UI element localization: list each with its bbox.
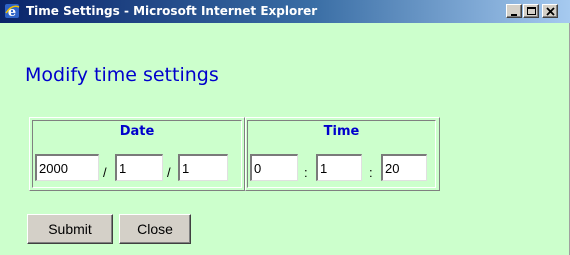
close-window-button[interactable] bbox=[542, 4, 558, 18]
date-separator-2: / bbox=[167, 165, 171, 180]
date-header: Date bbox=[119, 124, 155, 139]
date-cell: Date / / bbox=[32, 120, 242, 188]
maximize-button[interactable] bbox=[523, 4, 539, 18]
year-input[interactable] bbox=[35, 154, 99, 181]
time-settings-window: e Time Settings - Microsoft Internet Exp… bbox=[0, 0, 570, 255]
close-button[interactable]: Close bbox=[119, 214, 191, 244]
maximize-icon bbox=[527, 7, 536, 15]
minutes-input[interactable] bbox=[316, 154, 362, 181]
page-heading: Modify time settings bbox=[25, 64, 219, 86]
date-panel: Date / / bbox=[29, 117, 245, 191]
close-icon bbox=[546, 7, 555, 16]
minimize-icon bbox=[511, 14, 517, 16]
submit-button[interactable]: Submit bbox=[27, 214, 113, 244]
time-cell: Time : : bbox=[247, 120, 436, 188]
title-bar[interactable]: e Time Settings - Microsoft Internet Exp… bbox=[0, 0, 570, 23]
time-separator-2: : bbox=[369, 165, 373, 180]
window-title: Time Settings - Microsoft Internet Explo… bbox=[26, 4, 318, 18]
time-header: Time bbox=[323, 124, 360, 139]
internet-explorer-icon: e bbox=[4, 3, 20, 20]
month-input[interactable] bbox=[115, 154, 163, 181]
time-panel: Time : : bbox=[245, 117, 440, 191]
day-input[interactable] bbox=[178, 154, 228, 181]
time-separator-1: : bbox=[304, 165, 308, 180]
date-separator-1: / bbox=[103, 165, 107, 180]
minimize-button[interactable] bbox=[506, 4, 522, 18]
hours-input[interactable] bbox=[250, 154, 298, 181]
seconds-input[interactable] bbox=[381, 154, 427, 181]
